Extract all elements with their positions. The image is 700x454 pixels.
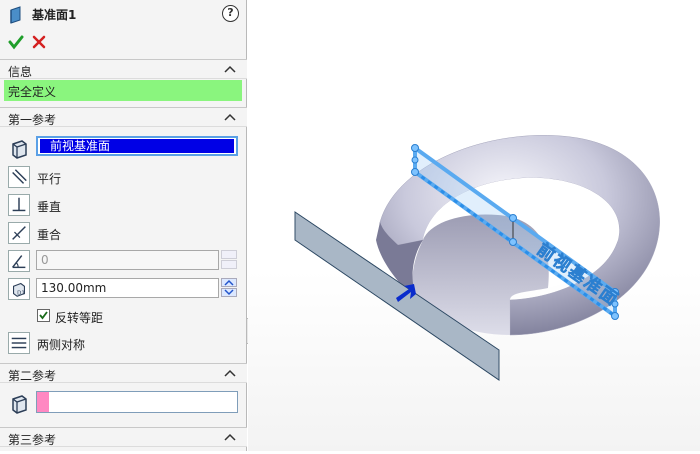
mid-plane-label[interactable]: 两侧对称	[37, 336, 85, 353]
selection-color-marker	[37, 392, 49, 412]
chevron-up-icon[interactable]	[224, 369, 236, 377]
ok-checkmark-icon[interactable]	[8, 34, 24, 50]
info-section-header[interactable]: 信息	[0, 59, 247, 79]
checkmark-icon	[39, 311, 48, 320]
mid-plane-icon[interactable]	[8, 332, 30, 354]
feature-title: 基准面1	[32, 8, 77, 22]
reference-entity-icon	[12, 395, 27, 414]
coincident-icon[interactable]	[8, 222, 30, 244]
offset-distance-input[interactable]: 130.00mm	[36, 278, 219, 298]
reference-entity-icon	[12, 140, 27, 159]
angle-input[interactable]: 0	[36, 250, 219, 270]
angle-icon[interactable]	[8, 250, 30, 272]
perpendicular-option-label[interactable]: 垂直	[37, 198, 61, 215]
third-reference-header[interactable]: 第三参考	[0, 427, 247, 447]
coincident-option-label[interactable]: 重合	[37, 226, 61, 243]
first-reference-header[interactable]: 第一参考	[0, 107, 247, 127]
status-text: 完全定义	[8, 85, 57, 99]
first-reference-label: 第一参考	[8, 113, 57, 127]
first-reference-selection-item[interactable]: 前视基准面	[40, 139, 234, 153]
model-scene[interactable]: 前视基准面	[248, 0, 700, 451]
offset-distance-stepper[interactable]	[221, 278, 239, 298]
parallel-option-label[interactable]: 平行	[37, 170, 61, 187]
cancel-x-icon[interactable]	[31, 34, 47, 50]
graphics-viewport[interactable]: 前视基准面	[248, 0, 700, 451]
parallel-icon[interactable]	[8, 166, 30, 188]
chevron-up-icon[interactable]	[224, 433, 236, 441]
second-reference-label: 第二参考	[8, 369, 57, 383]
chevron-up-icon[interactable]	[224, 65, 236, 73]
property-manager-panel: 基准面1 ? 信息 完全定义 第一参考 前视基准面 平行 垂直 重合 0 D1 …	[0, 0, 247, 451]
perpendicular-icon[interactable]	[8, 194, 30, 216]
flip-offset-label[interactable]: 反转等距	[55, 309, 103, 326]
first-reference-selection-box[interactable]: 前视基准面	[36, 136, 238, 156]
angle-stepper[interactable]	[221, 250, 239, 270]
feature-title-row: 基准面1 ?	[0, 0, 247, 28]
status-badge: 完全定义	[4, 80, 242, 101]
info-section-label: 信息	[8, 65, 33, 79]
third-reference-label: 第三参考	[8, 433, 57, 447]
offset-distance-icon[interactable]: D1	[8, 278, 30, 300]
help-icon[interactable]: ?	[222, 5, 239, 22]
second-reference-selection-box[interactable]	[36, 391, 238, 413]
chevron-up-icon[interactable]	[224, 113, 236, 121]
plane-feature-icon	[10, 6, 21, 24]
second-reference-header[interactable]: 第二参考	[0, 363, 247, 383]
flip-offset-checkbox[interactable]	[37, 309, 50, 322]
svg-text:D1: D1	[17, 290, 25, 296]
